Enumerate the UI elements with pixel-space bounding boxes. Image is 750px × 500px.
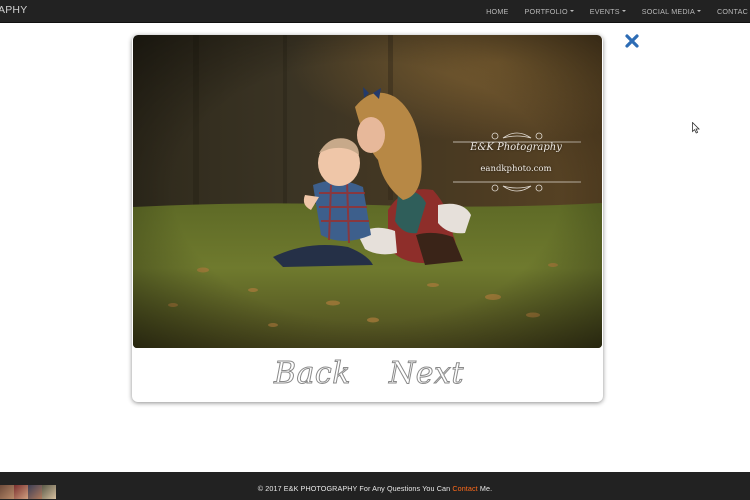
photo-image <box>133 35 602 348</box>
caret-down-icon <box>696 10 701 12</box>
nav-item-label: SOCIAL MEDIA <box>641 6 695 16</box>
nav-item-events[interactable]: EVENTS <box>582 0 634 22</box>
nav-item-label: HOME <box>486 6 509 16</box>
mouse-cursor-icon <box>692 122 700 134</box>
lightbox-photo: E&K Photography eandkphoto.com <box>133 35 602 348</box>
copyright-prefix: © 2017 E&K PHOTOGRAPHY For Any Questions… <box>257 484 453 493</box>
copyright-suffix: Me. <box>477 484 493 493</box>
watermark-url: eandkphoto.com <box>480 164 552 174</box>
copyright-text: © 2017 E&K PHOTOGRAPHY For Any Questions… <box>0 484 750 493</box>
site-brand[interactable]: APHY <box>0 4 27 16</box>
nav-item-portfolio[interactable]: PORTFOLIO <box>517 0 582 22</box>
close-lightbox-button[interactable] <box>624 33 640 49</box>
nav-item-contact[interactable]: CONTAC <box>709 0 750 22</box>
contact-link[interactable]: Contact <box>452 484 477 493</box>
next-button[interactable]: Next <box>389 356 464 392</box>
top-navbar: APHY HOME PORTFOLIO EVENTS SOCIAL MEDIA … <box>0 0 750 23</box>
nav-item-label: EVENTS <box>589 6 620 16</box>
site-footer: © 2017 E&K PHOTOGRAPHY For Any Questions… <box>0 472 750 500</box>
nav-item-social-media[interactable]: SOCIAL MEDIA <box>634 0 709 22</box>
nav-item-label: PORTFOLIO <box>524 6 568 16</box>
lightbox-pager: Back Next <box>132 350 603 402</box>
nav-item-home[interactable]: HOME <box>478 0 516 22</box>
lightbox-modal: E&K Photography eandkphoto.com Back Next <box>132 35 603 402</box>
back-button[interactable]: Back <box>274 356 351 392</box>
caret-down-icon <box>569 10 574 12</box>
watermark-brand-name: E&K Photography <box>470 142 562 153</box>
close-x-icon <box>625 34 639 48</box>
nav-item-label: CONTAC <box>716 6 748 16</box>
caret-down-icon <box>621 10 626 12</box>
main-nav: HOME PORTFOLIO EVENTS SOCIAL MEDIA CONTA… <box>478 0 750 22</box>
